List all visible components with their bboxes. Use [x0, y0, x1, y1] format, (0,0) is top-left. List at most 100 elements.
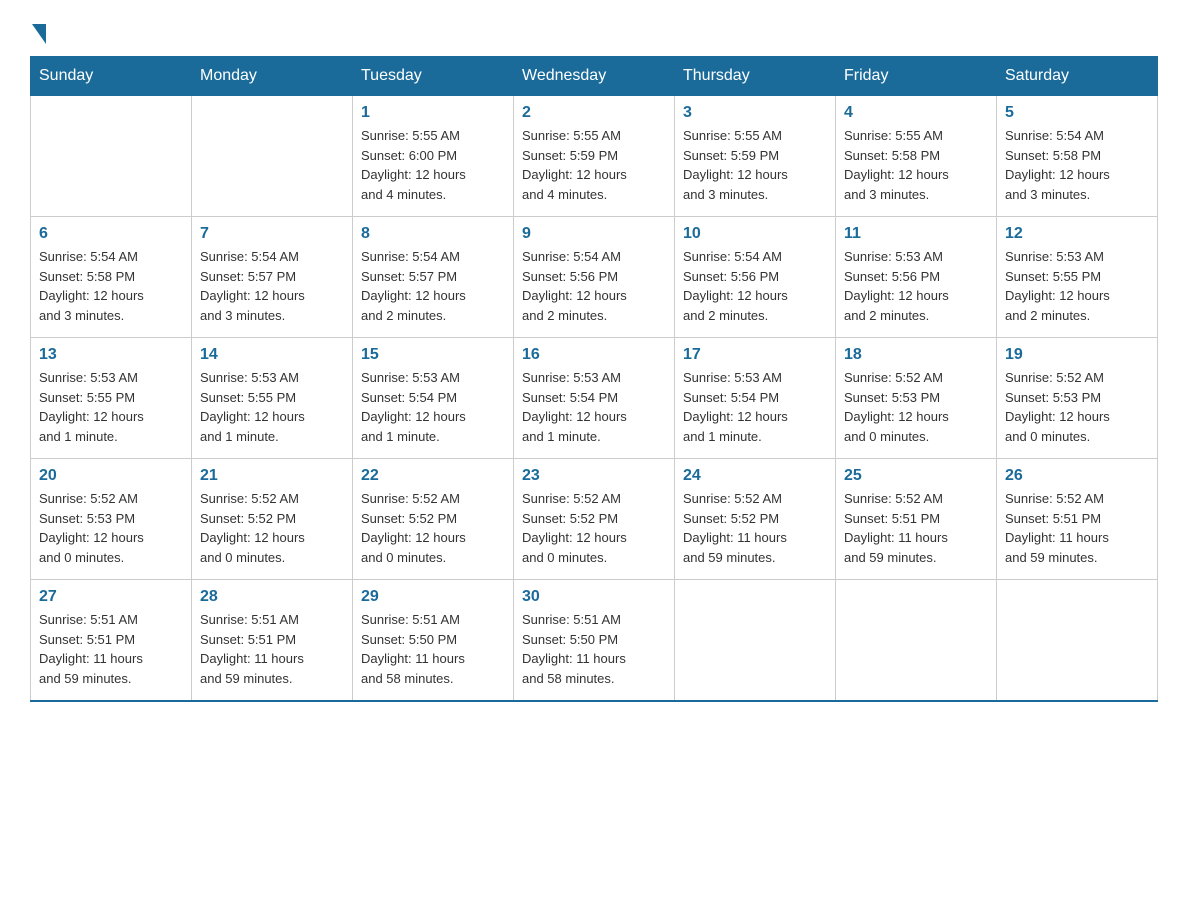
day-number: 14	[200, 346, 344, 364]
day-info: Sunrise: 5:53 AM Sunset: 5:55 PM Dayligh…	[1005, 247, 1149, 325]
day-number: 29	[361, 588, 505, 606]
day-info: Sunrise: 5:51 AM Sunset: 5:50 PM Dayligh…	[522, 610, 666, 688]
calendar-cell: 25 Sunrise: 5:52 AM Sunset: 5:51 PM Dayli…	[836, 459, 997, 580]
calendar-cell: 10 Sunrise: 5:54 AM Sunset: 5:56 PM Dayli…	[675, 217, 836, 338]
day-info: Sunrise: 5:51 AM Sunset: 5:51 PM Dayligh…	[200, 610, 344, 688]
calendar-cell: 5 Sunrise: 5:54 AM Sunset: 5:58 PM Daylig…	[997, 96, 1158, 217]
day-info: Sunrise: 5:52 AM Sunset: 5:53 PM Dayligh…	[844, 368, 988, 446]
day-number: 11	[844, 225, 988, 243]
calendar-week-row: 27 Sunrise: 5:51 AM Sunset: 5:51 PM Dayli…	[31, 580, 1158, 702]
day-number: 30	[522, 588, 666, 606]
day-info: Sunrise: 5:55 AM Sunset: 5:59 PM Dayligh…	[683, 126, 827, 204]
day-info: Sunrise: 5:51 AM Sunset: 5:51 PM Dayligh…	[39, 610, 183, 688]
calendar-cell: 13Sunrise: 5:53 AM Sunset: 5:55 PM Dayli…	[31, 338, 192, 459]
calendar-cell	[675, 580, 836, 702]
day-number: 19	[1005, 346, 1149, 364]
day-number: 12	[1005, 225, 1149, 243]
day-info: Sunrise: 5:52 AM Sunset: 5:51 PM Dayligh…	[844, 489, 988, 567]
day-info: Sunrise: 5:53 AM Sunset: 5:55 PM Dayligh…	[200, 368, 344, 446]
day-number: 9	[522, 225, 666, 243]
calendar-cell: 3 Sunrise: 5:55 AM Sunset: 5:59 PM Daylig…	[675, 96, 836, 217]
calendar-cell	[997, 580, 1158, 702]
logo-arrow-icon	[32, 24, 46, 44]
day-number: 20	[39, 467, 183, 485]
calendar-cell	[192, 96, 353, 217]
day-info: Sunrise: 5:54 AM Sunset: 5:56 PM Dayligh…	[522, 247, 666, 325]
day-info: Sunrise: 5:53 AM Sunset: 5:56 PM Dayligh…	[844, 247, 988, 325]
day-info: Sunrise: 5:52 AM Sunset: 5:52 PM Dayligh…	[200, 489, 344, 567]
day-info: Sunrise: 5:52 AM Sunset: 5:53 PM Dayligh…	[39, 489, 183, 567]
weekday-header-saturday: Saturday	[997, 57, 1158, 96]
day-number: 18	[844, 346, 988, 364]
calendar-week-row: 20 Sunrise: 5:52 AM Sunset: 5:53 PM Dayli…	[31, 459, 1158, 580]
weekday-header-sunday: Sunday	[31, 57, 192, 96]
day-number: 24	[683, 467, 827, 485]
calendar-cell: 18 Sunrise: 5:52 AM Sunset: 5:53 PM Dayli…	[836, 338, 997, 459]
day-number: 8	[361, 225, 505, 243]
day-number: 3	[683, 104, 827, 122]
calendar-cell: 1 Sunrise: 5:55 AM Sunset: 6:00 PM Daylig…	[353, 96, 514, 217]
calendar-week-row: 13 Sunrise: 5:53 AM Sunset: 5:55 PM Dayli…	[31, 338, 1158, 459]
calendar-cell: 23 Sunrise: 5:52 AM Sunset: 5:52 PM Dayli…	[514, 459, 675, 580]
calendar-cell: 14 Sunrise: 5:53 AM Sunset: 5:55 PM Dayli…	[192, 338, 353, 459]
day-number: 16	[522, 346, 666, 364]
calendar-cell: 7 Sunrise: 5:54 AM Sunset: 5:57 PM Daylig…	[192, 217, 353, 338]
day-number: 26	[1005, 467, 1149, 485]
weekday-header-friday: Friday	[836, 57, 997, 96]
calendar-cell: 21 Sunrise: 5:52 AM Sunset: 5:52 PM Dayli…	[192, 459, 353, 580]
calendar-cell: 29 Sunrise: 5:51 AM Sunset: 5:50 PM Dayli…	[353, 580, 514, 702]
weekday-header-row: SundayMondayTuesdayWednesdayThursdayFrid…	[31, 57, 1158, 96]
day-number: 13	[39, 346, 183, 364]
day-number: 23	[522, 467, 666, 485]
weekday-header-monday: Monday	[192, 57, 353, 96]
calendar-cell: 16Sunrise: 5:53 AM Sunset: 5:54 PM Dayli…	[514, 338, 675, 459]
calendar-cell: 15Sunrise: 5:53 AM Sunset: 5:54 PM Dayli…	[353, 338, 514, 459]
day-info: Sunrise: 5:52 AM Sunset: 5:53 PM Dayligh…	[1005, 368, 1149, 446]
day-number: 4	[844, 104, 988, 122]
day-info: Sunrise: 5:52 AM Sunset: 5:52 PM Dayligh…	[683, 489, 827, 567]
day-info: Sunrise: 5:54 AM Sunset: 5:57 PM Dayligh…	[200, 247, 344, 325]
calendar-cell	[31, 96, 192, 217]
day-number: 1	[361, 104, 505, 122]
weekday-header-tuesday: Tuesday	[353, 57, 514, 96]
day-info: Sunrise: 5:55 AM Sunset: 5:59 PM Dayligh…	[522, 126, 666, 204]
day-number: 2	[522, 104, 666, 122]
day-info: Sunrise: 5:55 AM Sunset: 5:58 PM Dayligh…	[844, 126, 988, 204]
day-number: 5	[1005, 104, 1149, 122]
day-info: Sunrise: 5:54 AM Sunset: 5:58 PM Dayligh…	[1005, 126, 1149, 204]
day-number: 21	[200, 467, 344, 485]
calendar-table: SundayMondayTuesdayWednesdayThursdayFrid…	[30, 56, 1158, 702]
day-number: 27	[39, 588, 183, 606]
day-number: 6	[39, 225, 183, 243]
day-info: Sunrise: 5:53 AM Sunset: 5:54 PM Dayligh…	[683, 368, 827, 446]
day-info: Sunrise: 5:54 AM Sunset: 5:56 PM Dayligh…	[683, 247, 827, 325]
day-info: Sunrise: 5:54 AM Sunset: 5:58 PM Dayligh…	[39, 247, 183, 325]
calendar-cell: 8 Sunrise: 5:54 AM Sunset: 5:57 PM Daylig…	[353, 217, 514, 338]
day-info: Sunrise: 5:52 AM Sunset: 5:51 PM Dayligh…	[1005, 489, 1149, 567]
calendar-week-row: 6 Sunrise: 5:54 AM Sunset: 5:58 PM Daylig…	[31, 217, 1158, 338]
calendar-cell: 6 Sunrise: 5:54 AM Sunset: 5:58 PM Daylig…	[31, 217, 192, 338]
calendar-cell: 20 Sunrise: 5:52 AM Sunset: 5:53 PM Dayli…	[31, 459, 192, 580]
day-number: 10	[683, 225, 827, 243]
calendar-cell: 27 Sunrise: 5:51 AM Sunset: 5:51 PM Dayli…	[31, 580, 192, 702]
day-info: Sunrise: 5:52 AM Sunset: 5:52 PM Dayligh…	[361, 489, 505, 567]
day-info: Sunrise: 5:53 AM Sunset: 5:54 PM Dayligh…	[361, 368, 505, 446]
calendar-cell: 19 Sunrise: 5:52 AM Sunset: 5:53 PM Dayli…	[997, 338, 1158, 459]
calendar-cell: 22 Sunrise: 5:52 AM Sunset: 5:52 PM Dayli…	[353, 459, 514, 580]
day-number: 28	[200, 588, 344, 606]
day-number: 7	[200, 225, 344, 243]
day-info: Sunrise: 5:55 AM Sunset: 6:00 PM Dayligh…	[361, 126, 505, 204]
day-number: 22	[361, 467, 505, 485]
calendar-cell: 9 Sunrise: 5:54 AM Sunset: 5:56 PM Daylig…	[514, 217, 675, 338]
calendar-cell	[836, 580, 997, 702]
day-info: Sunrise: 5:51 AM Sunset: 5:50 PM Dayligh…	[361, 610, 505, 688]
calendar-cell: 26 Sunrise: 5:52 AM Sunset: 5:51 PM Dayli…	[997, 459, 1158, 580]
day-number: 25	[844, 467, 988, 485]
weekday-header-wednesday: Wednesday	[514, 57, 675, 96]
page-header	[30, 20, 1158, 36]
calendar-cell: 17Sunrise: 5:53 AM Sunset: 5:54 PM Dayli…	[675, 338, 836, 459]
calendar-cell: 11 Sunrise: 5:53 AM Sunset: 5:56 PM Dayli…	[836, 217, 997, 338]
calendar-cell: 28 Sunrise: 5:51 AM Sunset: 5:51 PM Dayli…	[192, 580, 353, 702]
day-info: Sunrise: 5:52 AM Sunset: 5:52 PM Dayligh…	[522, 489, 666, 567]
day-info: Sunrise: 5:54 AM Sunset: 5:57 PM Dayligh…	[361, 247, 505, 325]
